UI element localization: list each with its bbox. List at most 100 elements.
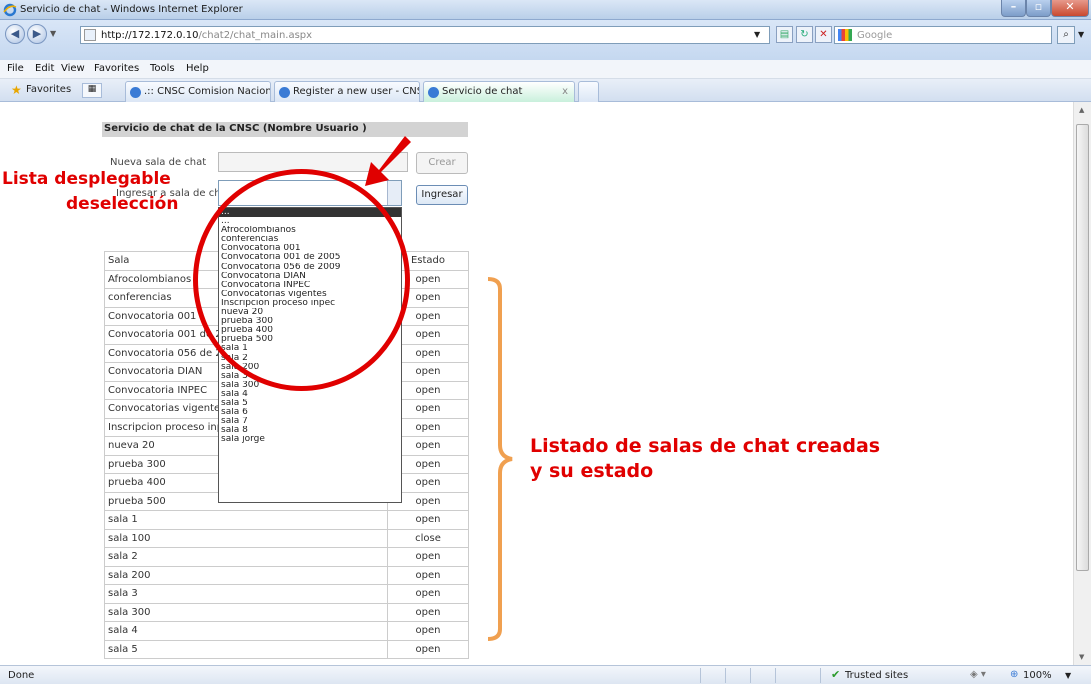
- dropdown-option[interactable]: sala jorge: [219, 435, 401, 444]
- tab-register-user[interactable]: Register a new user - CNSC: [274, 81, 420, 102]
- create-button[interactable]: Crear: [416, 152, 468, 174]
- minimize-button[interactable]: –: [1001, 0, 1026, 17]
- search-field[interactable]: Google: [834, 26, 1052, 44]
- ie-logo-icon: [3, 3, 17, 17]
- tab-servicio-chat[interactable]: Servicio de chat x: [423, 81, 575, 102]
- room-name-cell: sala 5: [104, 639, 388, 659]
- new-room-label: Nueva sala de chat: [110, 157, 207, 168]
- tab-close-icon[interactable]: x: [562, 86, 568, 97]
- maximize-button[interactable]: ▫: [1026, 0, 1051, 17]
- annotation-list-subtitle: y su estado: [530, 460, 654, 482]
- compatibility-view-icon[interactable]: ▤: [776, 26, 793, 43]
- menu-file[interactable]: File: [7, 63, 24, 74]
- red-arrow-icon: [365, 136, 411, 186]
- dropdown-option[interactable]: sala 7: [219, 417, 401, 426]
- status-divider: [700, 668, 701, 683]
- table-row: sala 200 open: [104, 565, 469, 585]
- zoom-icon[interactable]: ⊕: [1010, 669, 1018, 680]
- room-name-cell: sala 300: [104, 602, 388, 622]
- room-name-cell: sala 200: [104, 565, 388, 585]
- room-status-cell: open: [387, 621, 469, 641]
- menu-bar: File Edit View Favorites Tools Help: [0, 60, 1091, 79]
- url-field[interactable]: http://172.172.0.10/chat2/chat_main.aspx: [80, 26, 770, 44]
- scroll-thumb[interactable]: [1076, 124, 1089, 571]
- menu-tools[interactable]: Tools: [150, 63, 175, 74]
- vertical-scrollbar[interactable]: ▲ ▼: [1073, 102, 1091, 665]
- favorites-button[interactable]: Favorites: [26, 84, 71, 95]
- room-status-cell: open: [387, 639, 469, 659]
- scroll-down-icon[interactable]: ▼: [1079, 653, 1084, 661]
- annotation-list-title: Listado de salas de chat creadas: [530, 435, 881, 457]
- security-zone-label[interactable]: Trusted sites: [845, 670, 908, 681]
- url-path: /chat2/chat_main.aspx: [198, 30, 313, 41]
- table-row: sala 100 close: [104, 528, 469, 548]
- tab-page-icon: [279, 87, 290, 98]
- menu-edit[interactable]: Edit: [35, 63, 54, 74]
- table-row: sala 2 open: [104, 547, 469, 567]
- forward-button[interactable]: ▶: [27, 24, 47, 44]
- title-bar: Servicio de chat - Windows Internet Expl…: [0, 0, 1091, 20]
- room-status-cell: open: [387, 547, 469, 567]
- address-bar: ◀ ▶ ▼ http://172.172.0.10/chat2/chat_mai…: [0, 20, 1091, 60]
- stop-icon[interactable]: ✕: [815, 26, 832, 43]
- url-host: http://172.172.0.10: [101, 30, 199, 41]
- room-name-cell: sala 3: [104, 584, 388, 604]
- status-divider: [750, 668, 751, 683]
- orange-bracket: [487, 277, 513, 641]
- protected-mode-icon[interactable]: ◈ ▾: [970, 669, 986, 680]
- page-icon: [84, 29, 96, 41]
- status-text: Done: [8, 670, 35, 681]
- status-divider: [820, 668, 821, 683]
- dropdown-option[interactable]: sala 6: [219, 408, 401, 417]
- tab-page-icon: [130, 87, 141, 98]
- dropdown-option[interactable]: sala 8: [219, 426, 401, 435]
- room-status-cell: open: [387, 602, 469, 622]
- room-name-cell: sala 100: [104, 528, 388, 548]
- recent-pages-dropdown-icon[interactable]: ▼: [50, 29, 56, 38]
- room-status-cell: open: [387, 565, 469, 585]
- tab-page-icon: [428, 87, 439, 98]
- room-name-cell: sala 4: [104, 621, 388, 641]
- scroll-up-icon[interactable]: ▲: [1079, 106, 1084, 114]
- table-row: sala 4 open: [104, 621, 469, 641]
- highlight-circle: [193, 169, 410, 391]
- page-content: Servicio de chat de la CNSC (Nombre Usua…: [0, 102, 1073, 665]
- dropdown-option[interactable]: sala 5: [219, 399, 401, 408]
- url-dropdown-icon[interactable]: ▼: [754, 30, 760, 39]
- table-row: sala 300 open: [104, 602, 469, 622]
- table-row: sala 1 open: [104, 510, 469, 530]
- search-options-dropdown-icon[interactable]: ▼: [1078, 30, 1084, 39]
- new-tab-button[interactable]: [578, 81, 599, 102]
- favorites-star-icon[interactable]: ★: [11, 83, 22, 97]
- room-status-cell: close: [387, 528, 469, 548]
- annotation-dropdown-title: Lista desplegable: [2, 169, 171, 189]
- back-button[interactable]: ◀: [5, 24, 25, 44]
- page-title: Servicio de chat de la CNSC (Nombre Usua…: [102, 122, 468, 137]
- tab-bar: ★ Favorites ▦ .:: CNSC Comision Nacion..…: [0, 79, 1091, 102]
- menu-view[interactable]: View: [61, 63, 85, 74]
- tab-label: .:: CNSC Comision Nacion...: [144, 86, 271, 97]
- tab-label: Servicio de chat: [442, 86, 523, 97]
- room-name-cell: sala 1: [104, 510, 388, 530]
- google-logo-icon: [838, 29, 852, 41]
- annotation-dropdown-subtitle: deselección: [66, 194, 179, 214]
- menu-favorites[interactable]: Favorites: [94, 63, 139, 74]
- window-title: Servicio de chat - Windows Internet Expl…: [20, 4, 243, 15]
- dropdown-option[interactable]: sala 4: [219, 390, 401, 399]
- search-icon[interactable]: ⌕: [1057, 26, 1075, 44]
- enter-button[interactable]: Ingresar: [416, 185, 468, 205]
- tab-cnsc-comision[interactable]: .:: CNSC Comision Nacion...: [125, 81, 271, 102]
- check-icon: ✔: [831, 668, 841, 681]
- tab-label: Register a new user - CNSC: [293, 86, 420, 97]
- search-placeholder: Google: [857, 30, 893, 41]
- menu-help[interactable]: Help: [186, 63, 209, 74]
- table-row: sala 3 open: [104, 584, 469, 604]
- refresh-icon[interactable]: ↻: [796, 26, 813, 43]
- zoom-level[interactable]: 100%: [1023, 670, 1052, 681]
- status-bar: Done ✔ Trusted sites ◈ ▾ ⊕ 100% ▼: [0, 665, 1091, 684]
- zoom-dropdown-icon[interactable]: ▼: [1065, 671, 1071, 680]
- close-window-button[interactable]: ✕: [1051, 0, 1089, 17]
- room-name-cell: sala 2: [104, 547, 388, 567]
- quick-tabs-icon[interactable]: ▦: [82, 83, 102, 98]
- room-status-cell: open: [387, 584, 469, 604]
